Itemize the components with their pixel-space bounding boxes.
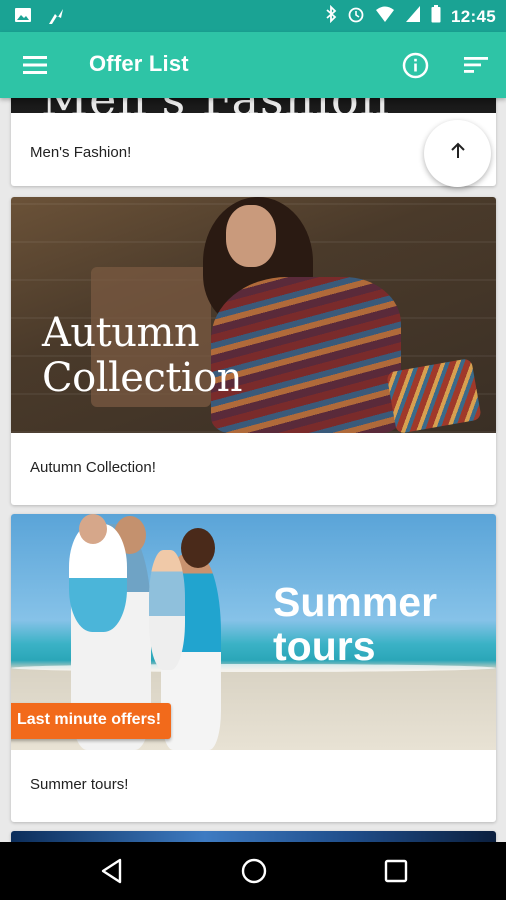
back-icon[interactable] [100, 857, 124, 890]
bluetooth-icon [325, 4, 337, 28]
alarm-icon [347, 5, 365, 28]
offer-badge: Last minute offers! [11, 703, 172, 739]
home-icon[interactable] [240, 857, 268, 890]
offer-card[interactable]: Summer tours Last minute offers! Summer … [11, 514, 496, 822]
offer-caption: Autumn Collection! [30, 459, 156, 476]
image-icon [14, 6, 32, 31]
offer-image-title: Men's Fashion [41, 98, 390, 113]
offer-image-title-line: Collection [42, 355, 243, 401]
offer-card[interactable]: Men's Fashion Men's Fashion! [11, 98, 496, 186]
offer-list[interactable]: Men's Fashion Men's Fashion! Autumn Coll… [0, 98, 506, 842]
offer-caption: Summer tours! [30, 776, 129, 793]
offer-image: Men's Fashion [11, 98, 496, 113]
offer-card[interactable]: Autumn Collection Autumn Collection! [11, 197, 496, 505]
offer-image [11, 831, 496, 842]
navigation-bar [0, 842, 506, 900]
scroll-to-top-button[interactable] [424, 120, 491, 187]
arrow-up-icon [448, 141, 468, 166]
offer-image-title-line: tours [273, 623, 376, 669]
offer-card[interactable] [11, 831, 496, 842]
info-icon[interactable] [402, 52, 429, 84]
signal-icon [405, 5, 421, 28]
sort-icon[interactable] [463, 52, 489, 83]
offer-image-title-line: Autumn [42, 310, 200, 356]
app-bar: Offer List [0, 32, 506, 98]
flag-icon [46, 6, 66, 31]
offer-caption: Men's Fashion! [30, 144, 132, 161]
status-bar: 12:45 [0, 0, 506, 32]
offer-image-title: Summer tours [273, 580, 437, 668]
clock-time: 12:45 [451, 6, 496, 26]
page-title: Offer List [89, 51, 189, 76]
offer-image: Autumn Collection [11, 197, 496, 433]
offer-image-title-line: Summer [273, 579, 438, 625]
battery-icon [431, 5, 441, 28]
recents-icon[interactable] [384, 857, 408, 890]
offer-image: Summer tours Last minute offers! [11, 514, 496, 750]
menu-icon[interactable] [22, 52, 48, 78]
wifi-icon [375, 5, 395, 28]
offer-image-title: Autumn Collection [42, 310, 243, 401]
